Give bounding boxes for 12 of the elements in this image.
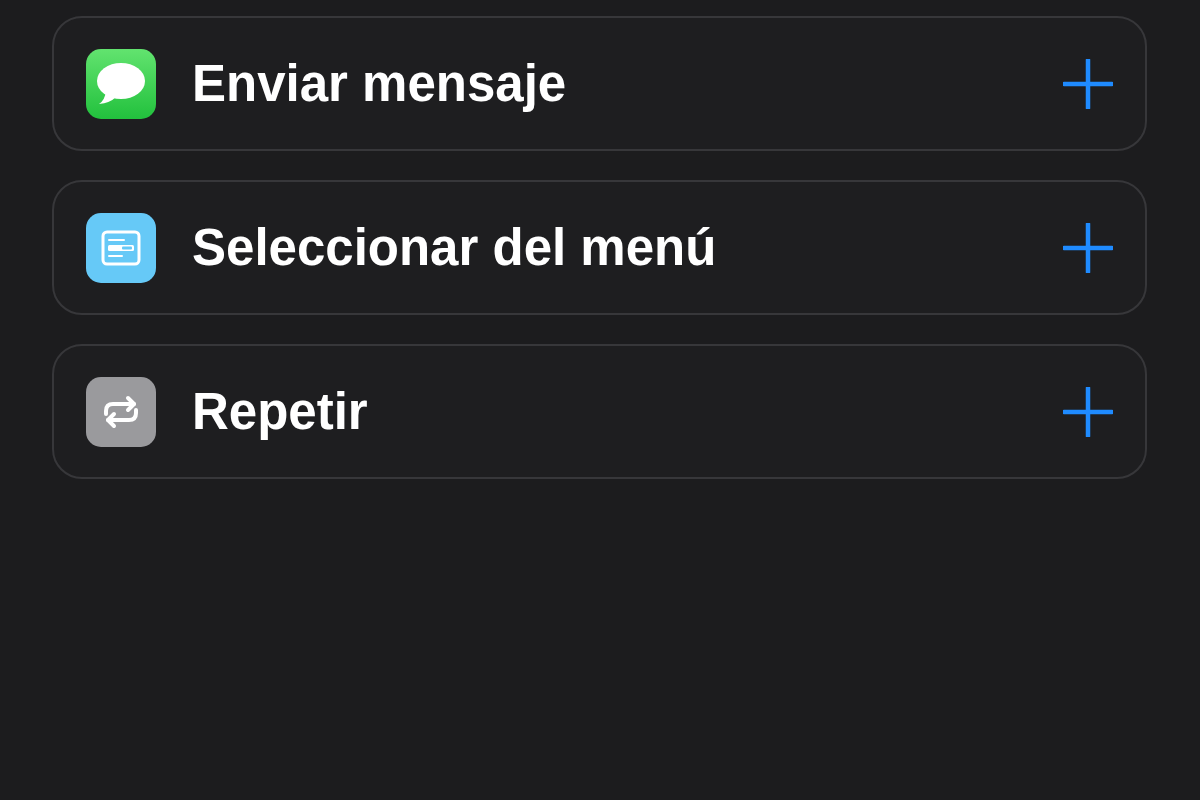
add-button[interactable] xyxy=(1063,386,1113,437)
action-label: Enviar mensaje xyxy=(192,54,568,113)
plus-icon xyxy=(1063,58,1113,109)
add-button[interactable] xyxy=(1063,58,1113,109)
speech-bubble-icon xyxy=(86,48,156,119)
repeat-arrows-icon xyxy=(86,376,156,447)
plus-icon xyxy=(1063,222,1113,273)
plus-icon xyxy=(1063,386,1113,437)
add-button[interactable] xyxy=(1063,222,1113,273)
list-panel-icon xyxy=(86,212,156,283)
action-label: Seleccionar del menú xyxy=(192,218,718,277)
action-label: Repetir xyxy=(192,382,369,441)
